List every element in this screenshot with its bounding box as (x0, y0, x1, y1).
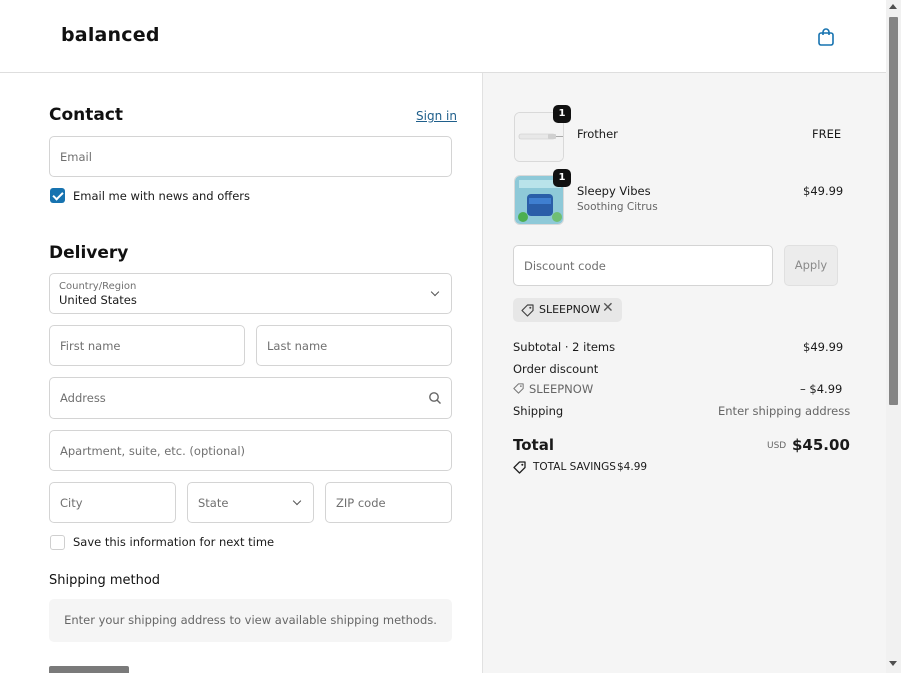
subtotal-value: $49.99 (803, 340, 844, 354)
total-label: Total (513, 436, 554, 454)
save-info-label: Save this information for next time (73, 535, 275, 549)
item-variant: Soothing Citrus (577, 201, 658, 213)
sign-in-link[interactable]: Sign in (416, 109, 457, 123)
page-scrollbar[interactable] (886, 0, 901, 673)
state-select[interactable]: State (187, 482, 314, 523)
applied-discount-chip: SLEEPNOW ✕ (513, 298, 622, 322)
country-label: Country/Region (59, 281, 137, 292)
order-discount-label: Order discount (513, 362, 599, 376)
discount-value: – $4.99 (800, 382, 843, 396)
shipping-method-notice: Enter your shipping address to view avai… (49, 599, 452, 642)
contact-heading: Contact (49, 105, 124, 125)
applied-code-text: SLEEPNOW (539, 303, 601, 316)
item-price: $49.99 (803, 184, 844, 198)
last-name-field[interactable]: Last name (256, 325, 452, 366)
shipping-method-heading: Shipping method (49, 573, 161, 588)
quantity-badge: 1 (553, 105, 571, 123)
apartment-placeholder: Apartment, suite, etc. (optional) (60, 443, 246, 458)
address-placeholder: Address (60, 391, 106, 405)
newsletter-label: Email me with news and offers (73, 189, 251, 203)
first-name-field[interactable]: First name (49, 325, 245, 366)
chevron-down-icon (430, 287, 440, 297)
apply-label: Apply (794, 258, 828, 272)
scroll-down-arrow-icon[interactable] (889, 661, 897, 666)
currency-code: USD (767, 441, 787, 451)
item-price: FREE (812, 127, 842, 141)
item-name: Frother (577, 127, 618, 141)
apartment-field[interactable]: Apartment, suite, etc. (optional) (49, 430, 452, 471)
subtotal-label: Subtotal · 2 items (513, 340, 616, 354)
country-value: United States (59, 293, 137, 307)
discount-code-field[interactable]: Discount code (513, 245, 773, 286)
last-name-placeholder: Last name (267, 338, 328, 353)
email-field[interactable]: Email (49, 136, 452, 177)
address-field[interactable]: Address (49, 377, 452, 419)
first-name-placeholder: First name (60, 338, 121, 353)
shopping-bag-icon[interactable] (817, 27, 835, 47)
country-select[interactable]: Country/Region United States (49, 273, 452, 314)
discount-code-placeholder: Discount code (524, 258, 606, 273)
city-field[interactable]: City (49, 482, 176, 523)
quantity-badge: 1 (553, 169, 571, 187)
zip-field[interactable]: ZIP code (325, 482, 452, 523)
store-logo[interactable]: balanced (61, 24, 160, 46)
savings-tag-icon (513, 461, 526, 474)
remove-discount-icon[interactable]: ✕ (602, 300, 614, 316)
tag-icon (521, 304, 534, 317)
city-placeholder: City (60, 495, 83, 510)
item-name: Sleepy Vibes (577, 184, 651, 198)
email-placeholder: Email (60, 149, 92, 164)
apply-discount-button[interactable]: Apply (784, 245, 838, 286)
zip-placeholder: ZIP code (336, 495, 386, 510)
checkout-page: balanced Contact Sign in Email Email me … (0, 0, 901, 673)
delivery-heading: Delivery (49, 243, 129, 263)
scrollbar-thumb[interactable] (889, 17, 898, 405)
discount-code-label: SLEEPNOW (529, 382, 594, 396)
total-savings-value: $4.99 (617, 461, 648, 473)
search-icon (429, 392, 441, 404)
scroll-up-arrow-icon[interactable] (889, 4, 897, 9)
total-value: $45.00 (792, 436, 850, 454)
next-section-heading-cutoff (49, 666, 129, 673)
shipping-label: Shipping (513, 404, 564, 418)
shipping-method-notice-text: Enter your shipping address to view avai… (64, 613, 437, 627)
shipping-value: Enter shipping address (718, 404, 851, 418)
total-savings-label: TOTAL SAVINGS (533, 461, 616, 473)
chevron-down-icon (292, 496, 302, 506)
tag-icon (513, 383, 524, 394)
state-placeholder: State (198, 495, 229, 510)
save-info-checkbox[interactable] (50, 535, 65, 550)
newsletter-checkbox[interactable] (50, 188, 65, 203)
header: balanced (0, 0, 886, 73)
